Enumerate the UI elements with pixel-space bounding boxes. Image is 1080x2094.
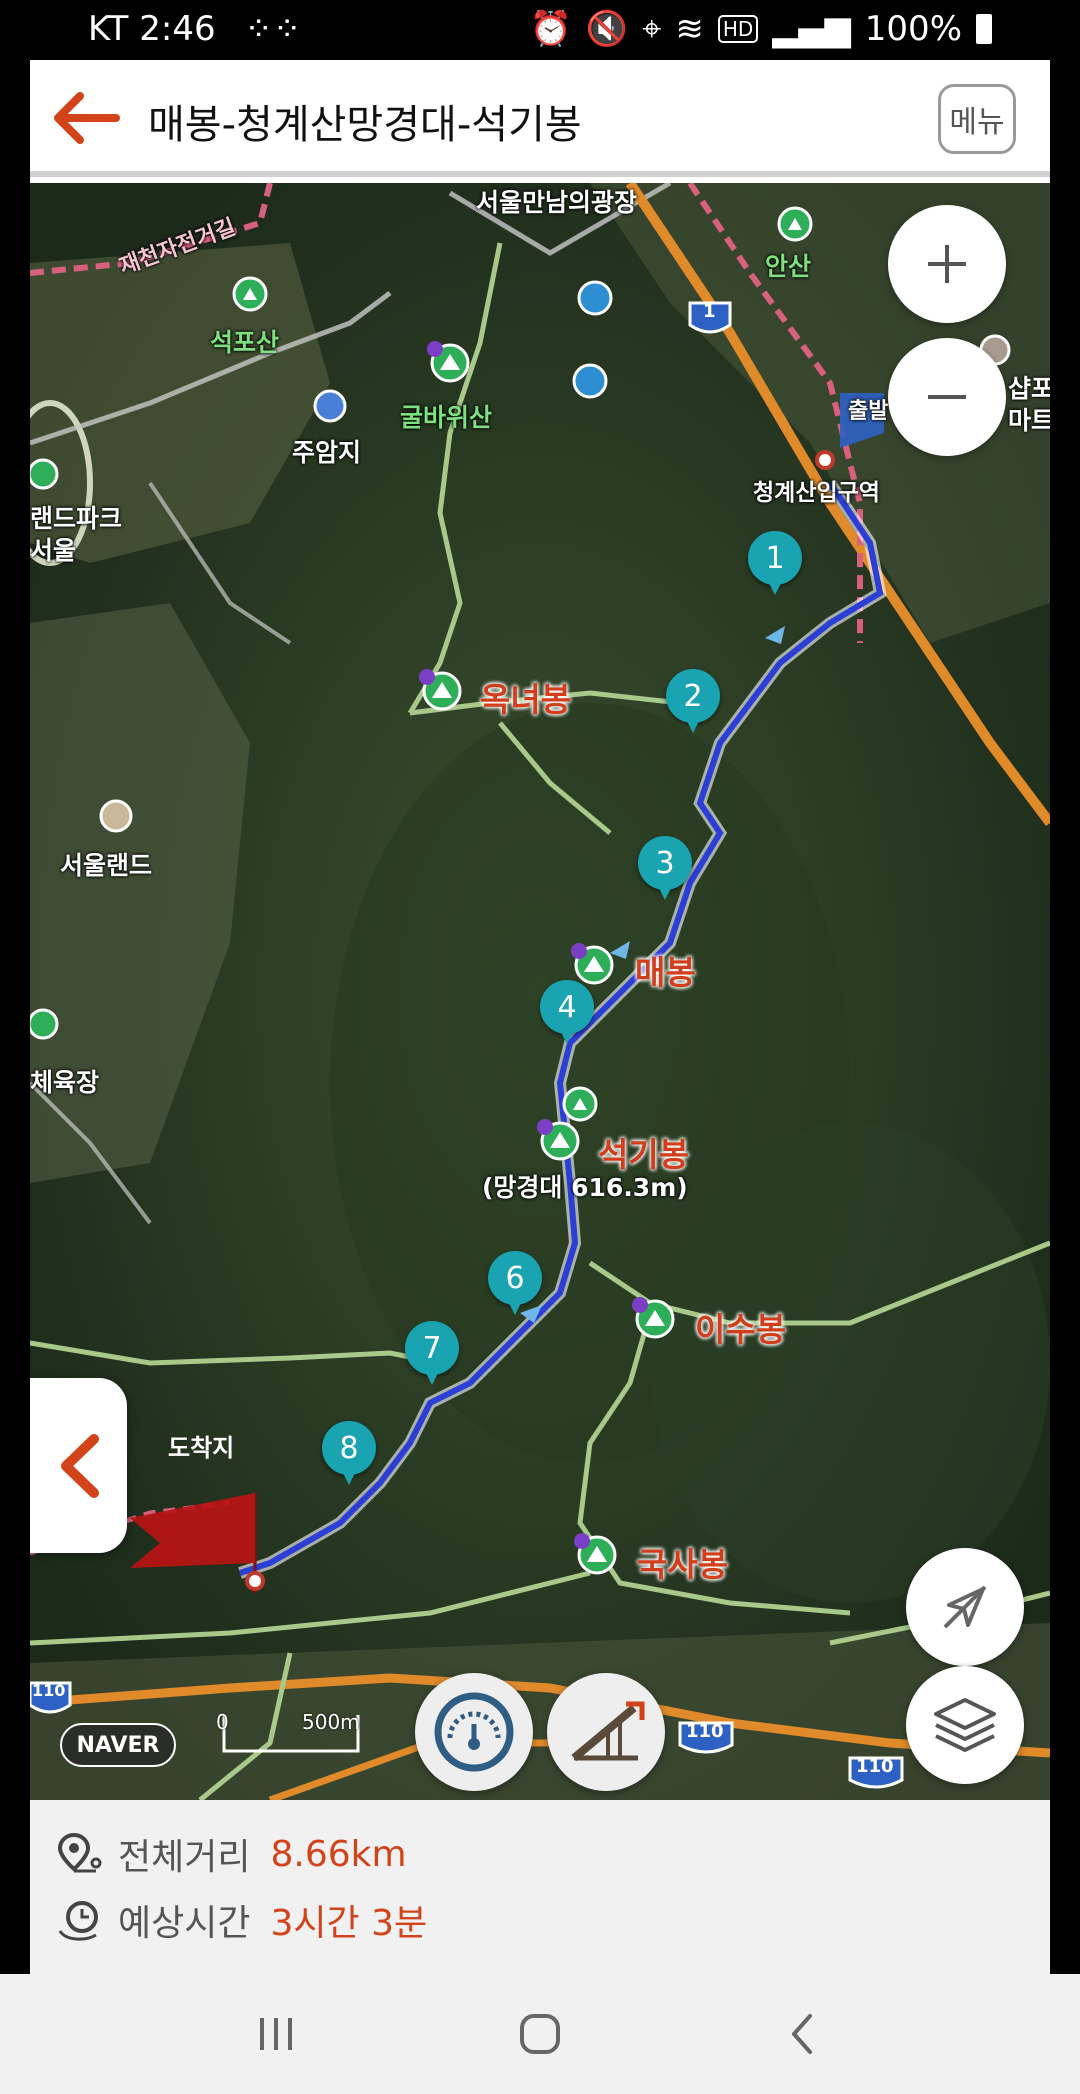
distance-value: 8.66km [270, 1833, 407, 1875]
road-badge-110-mid: 110 [686, 1721, 724, 1742]
hd-icon: HD [717, 15, 759, 43]
mute-icon: 🔇 [585, 9, 629, 49]
battery-icon [976, 14, 992, 44]
location-off-icon [943, 1585, 987, 1629]
location-icon: ⌖ [642, 9, 662, 49]
signal-icon: ▂▄▆ [772, 9, 851, 49]
time-label: 예상시간 [118, 1903, 251, 1944]
plus-icon [928, 245, 966, 283]
label-maebong: 매봉 [635, 953, 696, 992]
chevron-left-icon [60, 1433, 99, 1498]
naver-logo: NAVER [60, 1723, 176, 1767]
carrier-time-text: KT 2:46 [88, 9, 216, 49]
waypoint-marker[interactable]: 6 [488, 1251, 542, 1315]
minus-icon [928, 395, 966, 399]
status-carrier-time: KT 2:46 ⁘⁘ [88, 9, 301, 49]
speedometer-icon [434, 1692, 514, 1772]
waypoint-marker[interactable]: 8 [322, 1421, 376, 1485]
label-park-left: 랜드파크 서울 [30, 504, 123, 565]
waypoint-marker[interactable]: 7 [405, 1321, 459, 1385]
menu-button[interactable]: 메뉴 [938, 84, 1016, 154]
side-panel-toggle[interactable] [30, 1378, 127, 1553]
status-icons: ⏰ 🔇 ⌖ ≋ HD ▂▄▆ 100% [530, 9, 992, 49]
route-info-panel: 전체거리 8.66km 예상시간 3시간 3분 [30, 1800, 1050, 1974]
system-nav-bar [0, 1974, 1080, 2094]
layers-icon [934, 1698, 996, 1752]
scale-zero: 0 [216, 1710, 229, 1734]
road-badge-110-left: 110 [32, 1681, 66, 1700]
wifi-icon: ≋ [675, 9, 704, 49]
speedometer-button[interactable] [415, 1673, 533, 1791]
home-icon[interactable] [510, 2004, 570, 2064]
road-badge-110-right: 110 [856, 1756, 894, 1777]
zoom-in-button[interactable] [888, 205, 1006, 323]
distance-label: 전체거리 [118, 1837, 251, 1878]
scale-distance: 500m [302, 1710, 360, 1734]
label-start-flag: 출발 [848, 399, 889, 424]
waypoint-marker[interactable]: 1 [748, 531, 802, 595]
label-right-edge: 샵포 마트 [1008, 374, 1050, 435]
label-manggyeongdae: (망경대 616.3m) [482, 1173, 688, 1202]
back-icon[interactable] [774, 2004, 834, 2064]
battery-text: 100% [864, 9, 962, 49]
label-okneobong: 옥녀봉 [480, 680, 572, 719]
app-frame: 매봉-청계산망경대-석기봉 메뉴 서울만남의광장 안산 재천자전거길 석포산 굴… [30, 60, 1050, 1974]
route-distance-icon [57, 1832, 102, 1873]
time-row: 예상시간 3시간 3분 [56, 1892, 427, 1948]
label-seoul-plaza: 서울만남의광장 [476, 188, 638, 217]
location-toggle-button[interactable] [906, 1548, 1024, 1666]
road-badge-1: 1 [703, 301, 716, 322]
back-arrow-icon[interactable] [50, 90, 122, 146]
zoom-out-button[interactable] [888, 338, 1006, 456]
recent-apps-icon[interactable] [246, 2004, 306, 2064]
waypoint-marker[interactable]: 2 [666, 669, 720, 733]
waypoint-marker[interactable]: 4 [540, 980, 594, 1044]
label-cheonggye-station: 청계산입구역 [753, 480, 880, 506]
label-stadium: 체육장 [30, 1068, 100, 1097]
layers-button[interactable] [906, 1666, 1024, 1784]
header-bar: 매봉-청계산망경대-석기봉 메뉴 [30, 60, 1050, 177]
label-juamji: 주암지 [292, 438, 362, 467]
page-title: 매봉-청계산망경대-석기봉 [148, 102, 582, 148]
label-end-flag: 도착지 [168, 1434, 235, 1462]
label-isubong: 이수봉 [695, 1310, 787, 1349]
time-value: 3시간 3분 [270, 1903, 428, 1944]
elevation-icon [571, 1701, 645, 1762]
waypoint-marker[interactable]: 3 [638, 836, 692, 900]
alarm-icon: ⏰ [529, 9, 572, 49]
label-seokposan: 석포산 [210, 328, 280, 357]
footprint-icon: ⁘⁘ [244, 9, 302, 49]
estimated-time-icon [58, 1901, 98, 1941]
label-gulbawisan: 굴바위산 [400, 403, 493, 432]
distance-row: 전체거리 8.66km [56, 1826, 407, 1882]
label-seoul-land: 서울랜드 [60, 851, 153, 880]
elevation-profile-button[interactable] [547, 1673, 665, 1791]
map-view[interactable]: 서울만남의광장 안산 재천자전거길 석포산 굴바위산 주암지 랜드파크 서울 청… [30, 183, 1050, 1800]
label-guksabong: 국사봉 [637, 1545, 729, 1584]
status-bar: KT 2:46 ⁘⁘ ⏰ 🔇 ⌖ ≋ HD ▂▄▆ 100% [0, 0, 1080, 60]
label-ansan: 안산 [765, 252, 812, 281]
